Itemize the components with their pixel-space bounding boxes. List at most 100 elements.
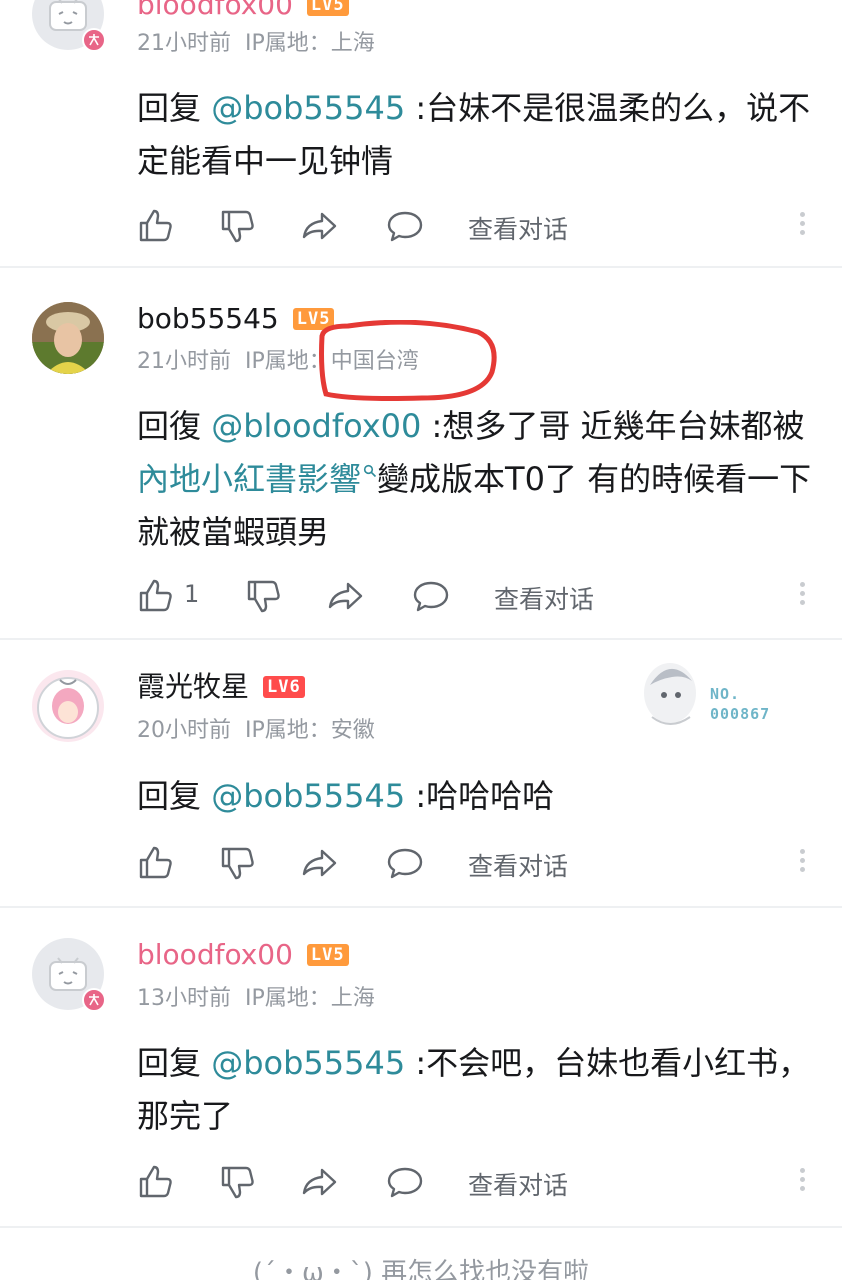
username-text[interactable]: 霞光牧星 — [137, 670, 249, 704]
level-badge: LV5 — [306, 0, 349, 16]
comment-text: 回復 @bloodfox00 :想多了哥 近幾年台妹都被內地小紅書影響 變成版本T… — [137, 400, 827, 559]
comment-time: 13小时前 — [137, 986, 231, 1011]
ip-location: 上海 — [330, 986, 375, 1011]
share-icon — [328, 582, 363, 610]
dislike-button[interactable] — [218, 206, 258, 246]
like-count: 1 — [184, 580, 200, 608]
dislike-button[interactable] — [218, 1162, 258, 1202]
username-text[interactable]: bloodfox00 — [137, 938, 293, 972]
mention-link[interactable]: @bob55545 — [211, 1044, 405, 1082]
view-conversation-link[interactable]: 查看对话 — [468, 210, 568, 246]
thumbs-up-icon — [139, 846, 172, 879]
comment-bubble-icon — [387, 1167, 423, 1198]
share-button[interactable] — [300, 843, 340, 883]
reply-prefix: 回复 — [137, 89, 212, 127]
share-button[interactable] — [326, 576, 366, 616]
avatar[interactable] — [32, 0, 106, 52]
reply-button[interactable] — [385, 843, 425, 883]
thumbs-down-icon — [221, 210, 254, 243]
ip-location: 安徽 — [330, 718, 375, 743]
ip-location: 上海 — [330, 31, 375, 56]
comment-body: :想多了哥 近幾年台妹都被 — [421, 407, 805, 445]
thumbs-down-icon — [247, 580, 280, 613]
comment-bubble-icon — [387, 848, 423, 879]
avatar[interactable] — [32, 938, 106, 1012]
share-button[interactable] — [300, 206, 340, 246]
comment-body: :哈哈哈哈 — [405, 777, 555, 815]
comment-time: 20小时前 — [137, 718, 231, 743]
view-conversation-link[interactable]: 查看对话 — [468, 1166, 568, 1202]
divider — [0, 638, 842, 640]
reply-prefix: 回復 — [137, 407, 212, 445]
fan-card-number: NO. 000867 — [710, 685, 771, 723]
username[interactable]: bob55545 LV5 — [137, 302, 335, 336]
reply-button[interactable] — [411, 576, 451, 616]
share-button[interactable] — [300, 1162, 340, 1202]
divider — [0, 1226, 842, 1228]
view-conversation-link[interactable]: 查看对话 — [468, 847, 568, 883]
level-badge: LV6 — [263, 676, 305, 698]
thumbs-down-icon — [221, 847, 254, 880]
share-icon — [302, 1168, 337, 1196]
comment-text: 回复 @bob55545 :不会吧，台妹也看小红书，那完了 — [137, 1037, 827, 1143]
end-of-list-text: (´・ω・`) 再怎么找也没有啦 — [252, 1258, 590, 1280]
comment-bubble-icon — [387, 211, 423, 242]
user-photo-avatar — [32, 302, 104, 374]
dislike-button[interactable] — [218, 843, 258, 883]
action-bar: 查看对话 — [0, 843, 842, 883]
share-icon — [302, 212, 337, 240]
comment-bubble-icon — [413, 581, 449, 612]
username[interactable]: bloodfox00 LV5 — [137, 938, 349, 972]
username-text[interactable]: bloodfox00 — [137, 0, 293, 22]
action-bar: 查看对话 — [0, 206, 842, 246]
username[interactable]: 霞光牧星 LV6 — [137, 670, 305, 704]
thumbs-up-icon — [139, 209, 172, 242]
comment-text: 回复 @bob55545 :台妹不是很温柔的么，说不定能看中一见钟情 — [137, 82, 827, 188]
more-options-icon[interactable] — [798, 845, 806, 881]
more-options-icon[interactable] — [798, 208, 806, 244]
like-button[interactable] — [136, 206, 176, 246]
mention-link[interactable]: @bloodfox00 — [211, 407, 421, 445]
comment-meta: 21小时前 IP属地：上海 — [137, 30, 375, 58]
comment-text: 回复 @bob55545 :哈哈哈哈 — [137, 770, 827, 823]
action-bar: 1 查看对话 — [0, 576, 842, 616]
anime-avatar — [32, 670, 104, 742]
comment-time: 21小时前 — [137, 349, 231, 374]
red-annotation-circle — [319, 320, 497, 401]
ip-label: IP属地： — [245, 31, 331, 56]
action-bar: 查看对话 — [0, 1162, 842, 1202]
avatar[interactable] — [32, 302, 104, 374]
like-button[interactable] — [136, 576, 176, 616]
thumbs-up-icon — [139, 579, 172, 612]
mention-link[interactable]: @bob55545 — [211, 777, 405, 815]
avatar[interactable] — [32, 670, 104, 742]
dislike-button[interactable] — [244, 576, 284, 616]
search-keyword-link[interactable]: 內地小紅書影響 — [137, 460, 361, 498]
mention-link[interactable]: @bob55545 — [211, 89, 405, 127]
search-icon — [363, 465, 377, 478]
more-options-icon[interactable] — [798, 578, 806, 614]
username[interactable]: bloodfox00 LV5 — [137, 0, 349, 22]
share-icon — [302, 849, 337, 877]
like-button[interactable] — [136, 1162, 176, 1202]
like-button[interactable] — [136, 843, 176, 883]
reply-prefix: 回复 — [137, 777, 212, 815]
reply-button[interactable] — [385, 206, 425, 246]
comment-meta: 20小时前 IP属地：安徽 — [137, 717, 375, 745]
thumbs-up-icon — [139, 1165, 172, 1198]
ip-label: IP属地： — [245, 986, 331, 1011]
vip-badge-icon — [82, 988, 106, 1012]
level-badge: LV5 — [306, 944, 349, 966]
reply-button[interactable] — [385, 1162, 425, 1202]
divider — [0, 266, 842, 268]
comment-time: 21小时前 — [137, 31, 231, 56]
username-text[interactable]: bob55545 — [137, 302, 279, 336]
more-options-icon[interactable] — [798, 1164, 806, 1200]
comment-meta: 13小时前 IP属地：上海 — [137, 985, 375, 1013]
divider — [0, 906, 842, 908]
vip-badge-icon — [82, 28, 106, 52]
thumbs-down-icon — [221, 1166, 254, 1199]
ip-label: IP属地： — [245, 718, 331, 743]
view-conversation-link[interactable]: 查看对话 — [494, 580, 594, 616]
reply-prefix: 回复 — [137, 1044, 212, 1082]
